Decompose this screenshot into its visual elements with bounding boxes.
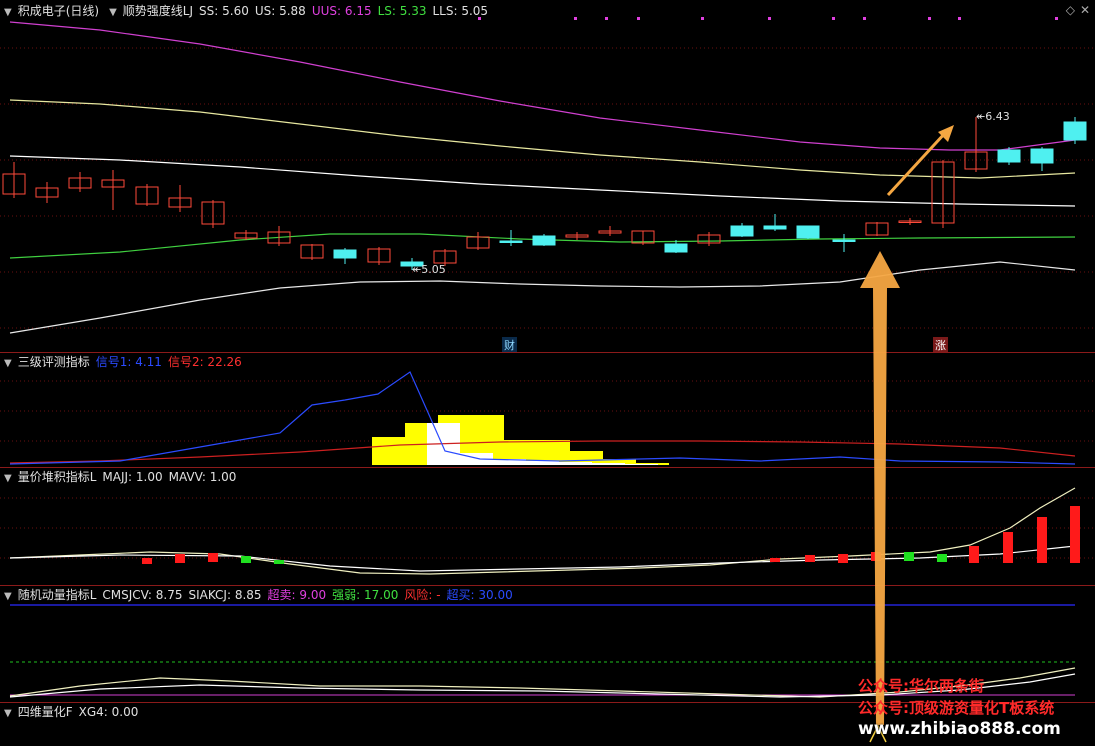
- pane5-title: 四维量化F: [17, 705, 73, 719]
- top-dot: [928, 17, 931, 20]
- top-dot: [832, 17, 835, 20]
- volume-bar-red: [1037, 517, 1047, 563]
- volume-bar-red: [838, 554, 848, 563]
- close-x-icon[interactable]: ✕: [1080, 3, 1090, 17]
- top-dot: [605, 17, 608, 20]
- pane4-value-0: CMSJCV: 8.75: [102, 588, 183, 602]
- volume-bar-red: [871, 552, 881, 561]
- pane4-value-1: SIAKCJ: 8.85: [188, 588, 262, 602]
- volume-bar-red: [1070, 506, 1080, 563]
- indicator-name: 顺势强度线LJ: [122, 4, 194, 18]
- down-candle: [333, 249, 357, 259]
- low-price-value: 5.05: [421, 263, 446, 276]
- top-dot: [768, 17, 771, 20]
- indicator-pane-sanji[interactable]: ▼ 三级评测指标 信号1: 4.11 信号2: 22.26: [0, 353, 1095, 467]
- pane5-header: ▼ 四维量化F XG4: 0.00: [0, 703, 150, 721]
- main-value-0: SS: 5.60: [199, 4, 249, 18]
- pane5-value-0: XG4: 0.00: [78, 705, 139, 719]
- pane2-header: ▼ 三级评测指标 信号1: 4.11 信号2: 22.26: [0, 353, 254, 371]
- volume-bar-green: [904, 552, 914, 561]
- main-value-3: LS: 5.33: [377, 4, 427, 18]
- pane4-value-2: 超卖: 9.00: [267, 588, 327, 602]
- down-candle: [1063, 121, 1087, 141]
- top-dot: [1055, 17, 1058, 20]
- pane4-value-4: 风险: -: [404, 588, 441, 602]
- down-candle: [796, 225, 820, 239]
- pane4-value-3: 强弱: 17.00: [332, 588, 399, 602]
- top-dot: [863, 17, 866, 20]
- volume-bar-green: [241, 556, 251, 563]
- top-dot: [958, 17, 961, 20]
- down-candle: [997, 149, 1021, 163]
- down-candle: [763, 225, 787, 230]
- pane4-value-5: 超买: 30.00: [446, 588, 513, 602]
- volume-bar-red: [770, 558, 780, 562]
- down-candle: [532, 235, 556, 246]
- low-price-label: ↞5.05: [412, 263, 446, 276]
- volume-bar-red: [142, 558, 152, 564]
- signal-bar-white: [625, 464, 658, 465]
- down-candle: [832, 239, 856, 242]
- watermark-line2: 公众号:顶级游资量化T板系统: [858, 699, 1055, 717]
- main-pane-header: ▼ 积成电子(日线) ▼ 顺势强度线LJ SS: 5.60 US: 5.88 UUS: 6.…: [0, 2, 500, 20]
- volume-bar-red: [969, 546, 979, 563]
- volume-bar-red: [1003, 532, 1013, 563]
- collapse-triangle-icon[interactable]: ▼: [109, 4, 117, 22]
- signal-bar-white: [526, 461, 559, 465]
- volume-bar-green: [937, 554, 947, 562]
- collapse-triangle-icon[interactable]: ▼: [4, 470, 12, 488]
- down-candle: [664, 243, 688, 253]
- high-price-label: ↞6.43: [976, 110, 1010, 123]
- pane2-value-0: 信号1: 4.11: [95, 355, 162, 369]
- uus-line: [9, 21, 1076, 151]
- volume-bar-red: [805, 555, 815, 562]
- main-value-2: UUS: 6.15: [311, 4, 372, 18]
- volume-bar-green: [274, 560, 284, 564]
- trend-arrow-shaft: [886, 130, 948, 197]
- down-candle: [730, 225, 754, 237]
- pane3-header: ▼ 量价堆积指标L MAJJ: 1.00 MAVV: 1.00: [0, 468, 248, 486]
- pane2-title: 三级评测指标: [17, 355, 90, 369]
- majj-line: [9, 487, 1076, 575]
- down-candle: [499, 240, 523, 243]
- top-dot: [574, 17, 577, 20]
- diamond-icon[interactable]: ◇: [1066, 3, 1075, 17]
- main-price-pane[interactable]: ▼ 积成电子(日线) ▼ 顺势强度线LJ SS: 5.60 US: 5.88 UUS: 6.…: [0, 0, 1095, 353]
- collapse-triangle-icon[interactable]: ▼: [4, 588, 12, 606]
- pane4-header: ▼ 随机动量指标L CMSJCV: 8.75 SIAKCJ: 8.85 超卖: 9.00…: [0, 586, 525, 604]
- mavv-line: [9, 545, 1076, 572]
- marker-cai[interactable]: 财: [502, 337, 517, 353]
- high-price-value: 6.43: [985, 110, 1010, 123]
- stock-name: 积成电子: [17, 4, 66, 18]
- main-value-4: LLS: 5.05: [432, 4, 489, 18]
- marker-zhang[interactable]: 涨: [933, 337, 948, 353]
- lls-line: [9, 261, 1076, 334]
- collapse-triangle-icon[interactable]: ▼: [4, 4, 12, 22]
- pane4-title: 随机动量指标L: [17, 588, 97, 602]
- pane3-value-0: MAJJ: 1.00: [102, 470, 163, 484]
- pane2-value-1: 信号2: 22.26: [167, 355, 242, 369]
- top-dot: [637, 17, 640, 20]
- down-candle: [1030, 148, 1054, 164]
- pane3-title: 量价堆积指标L: [17, 470, 97, 484]
- signal-bar-yellow: [372, 437, 405, 465]
- watermark-line1: 公众号:华尔两条街: [858, 677, 984, 695]
- period-label: (日线): [65, 4, 100, 18]
- indicator-pane-liangjia[interactable]: ▼ 量价堆积指标L MAJJ: 1.00 MAVV: 1.00: [0, 468, 1095, 585]
- signal-bar-white: [559, 462, 592, 465]
- pane3-value-1: MAVV: 1.00: [168, 470, 237, 484]
- price-chart-canvas[interactable]: [0, 0, 1095, 352]
- main-value-1: US: 5.88: [254, 4, 306, 18]
- top-dot: [701, 17, 704, 20]
- volume-bar-red: [175, 554, 185, 563]
- collapse-triangle-icon[interactable]: ▼: [4, 355, 12, 373]
- collapse-triangle-icon[interactable]: ▼: [4, 705, 12, 723]
- watermark-line3: www.zhibiao888.com: [858, 719, 1061, 739]
- volume-bar-red: [208, 553, 218, 562]
- signal-bar-white: [592, 463, 625, 465]
